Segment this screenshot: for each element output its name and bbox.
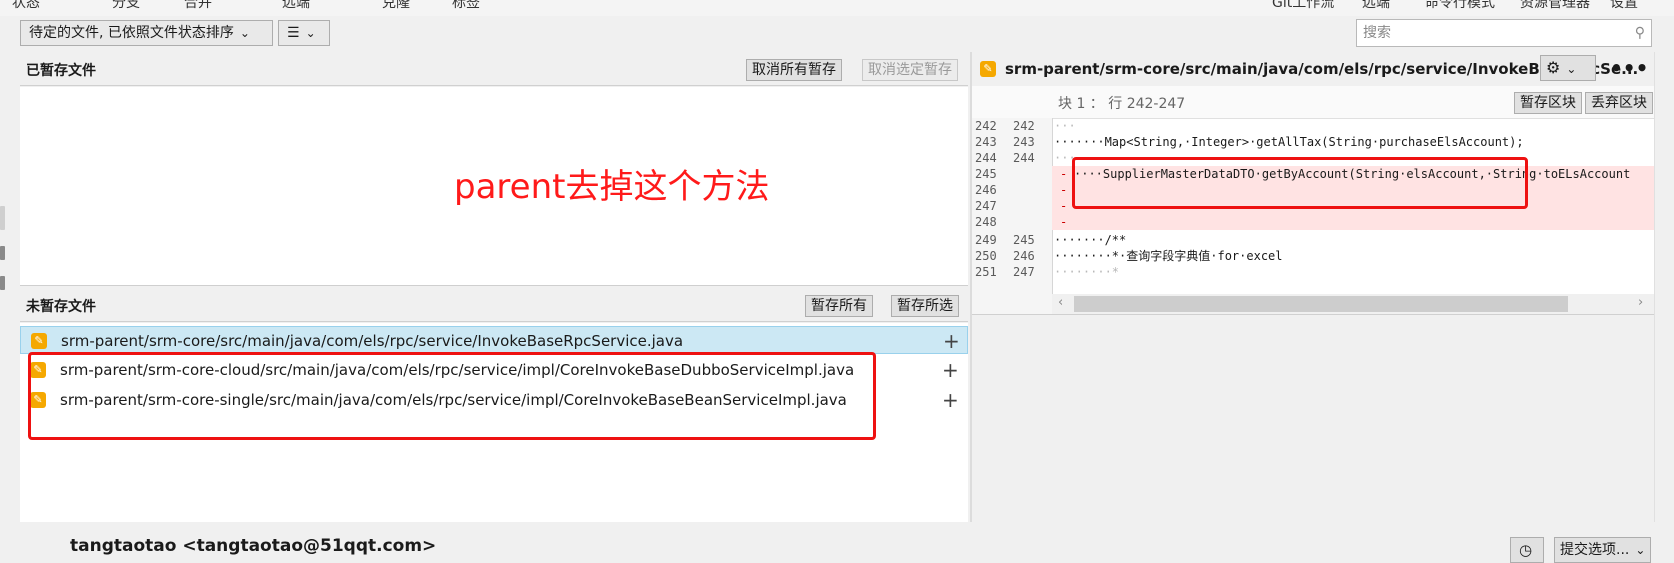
chevron-down-icon: ⌄ xyxy=(1566,62,1577,76)
code-line: ·······Map<String,·Integer>·getAllTax(St… xyxy=(1054,135,1524,149)
plus-icon[interactable]: + xyxy=(942,356,959,384)
code-line: ··· xyxy=(1054,119,1076,133)
settings-button[interactable]: ⚙ ⌄ xyxy=(1540,55,1596,81)
staged-files-list: parent去掉这个方法 xyxy=(20,87,968,286)
old-line-number: 245 xyxy=(975,167,997,181)
filter-dropdown-label: 待定的文件, 已依照文件状态排序 xyxy=(29,25,234,41)
highlight-box xyxy=(1072,157,1528,209)
commit-options-button[interactable]: 提交选项... ⌄ xyxy=(1554,537,1652,563)
menu-item[interactable]: 远端 xyxy=(282,0,310,12)
hunk-label: 块 1 ： 行 242-247 xyxy=(1058,96,1186,112)
unstage-all-button[interactable]: 取消所有暂存 xyxy=(746,59,842,81)
menu-item[interactable]: 设置 xyxy=(1610,0,1638,12)
stage-all-button[interactable]: 暂存所有 xyxy=(805,295,873,317)
scroll-right-icon[interactable]: › xyxy=(1638,295,1643,310)
menu-item[interactable]: 命令行模式 xyxy=(1425,0,1495,12)
clock-icon: ◷ xyxy=(1519,541,1533,559)
removed-marker: - xyxy=(1060,167,1068,181)
commit-options-label: 提交选项... xyxy=(1560,542,1630,558)
file-path: srm-parent/srm-core/src/main/java/com/el… xyxy=(61,332,684,350)
history-button[interactable]: ◷ xyxy=(1510,537,1544,563)
left-edge-markers xyxy=(0,196,6,296)
menu-item[interactable]: Git工作流 xyxy=(1272,0,1334,12)
commit-author: tangtaotao <tangtaotao@51qqt.com> xyxy=(70,536,437,556)
old-line-number: 247 xyxy=(975,199,997,213)
scroll-left-icon[interactable]: ‹ xyxy=(1058,295,1063,310)
code-line: ········*·查询字段字典值·for·excel xyxy=(1054,249,1283,263)
stage-hunk-button[interactable]: 暂存区块 xyxy=(1514,92,1582,114)
menu-item[interactable]: 标签 xyxy=(452,0,480,12)
old-line-number: 250 xyxy=(975,249,997,263)
removed-marker: - xyxy=(1060,199,1068,213)
new-line-number: 246 xyxy=(1013,249,1035,263)
plus-icon[interactable]: + xyxy=(943,327,960,355)
menu-item[interactable]: 远端 xyxy=(1362,0,1390,12)
old-line-number: 244 xyxy=(975,151,997,165)
menu-item[interactable]: 合并 xyxy=(184,0,212,12)
more-icon[interactable]: ••• xyxy=(1610,56,1648,80)
plus-icon[interactable]: + xyxy=(942,386,959,414)
stage-selected-button[interactable]: 暂存所选 xyxy=(891,295,959,317)
code-line: ·······/** xyxy=(1054,233,1127,247)
old-line-number: 242 xyxy=(975,119,997,133)
gear-icon: ⚙ xyxy=(1546,58,1561,77)
filter-dropdown[interactable]: 待定的文件, 已依照文件状态排序 ⌄ xyxy=(20,20,273,46)
menu-item[interactable]: 克隆 xyxy=(382,0,410,12)
search-icon: ⚲ xyxy=(1634,25,1645,41)
commit-area: tangtaotao <tangtaotao@51qqt.com> xyxy=(20,523,1654,556)
new-line-number: 242 xyxy=(1013,119,1035,133)
file-row[interactable]: ✎ srm-parent/srm-core/src/main/java/com/… xyxy=(20,326,968,354)
horizontal-scrollbar[interactable]: ‹ › xyxy=(1052,294,1654,314)
new-line-number: 243 xyxy=(1013,135,1035,149)
pencil-icon: ✎ xyxy=(31,333,47,349)
staged-title: 已暂存文件 xyxy=(26,63,96,79)
annotation-text: parent去掉这个方法 xyxy=(454,167,770,207)
unstage-selected-button[interactable]: 取消选定暂存 xyxy=(862,59,958,81)
new-line-number: 247 xyxy=(1013,265,1035,279)
discard-hunk-button[interactable]: 丢弃区块 xyxy=(1585,92,1653,114)
menu-item[interactable]: 资源管理器 xyxy=(1520,0,1590,12)
vertical-scrollbar[interactable] xyxy=(1654,52,1674,522)
chevron-down-icon: ⌄ xyxy=(239,26,250,40)
code-line: ········* xyxy=(1054,265,1120,279)
chevron-down-icon: ⌄ xyxy=(1635,543,1646,557)
old-line-number: 248 xyxy=(975,215,997,229)
removed-marker: - xyxy=(1060,215,1068,229)
scrollbar-thumb[interactable] xyxy=(1074,296,1568,312)
new-line-number: 244 xyxy=(1013,151,1035,165)
old-line-number: 243 xyxy=(975,135,997,149)
new-line-number: 245 xyxy=(1013,233,1035,247)
old-line-number: 251 xyxy=(975,265,997,279)
search-placeholder: 搜索 xyxy=(1363,25,1391,41)
menu-item[interactable]: 状态 xyxy=(12,0,40,12)
unstaged-title: 未暂存文件 xyxy=(26,299,96,315)
menu-item[interactable]: 分支 xyxy=(112,0,140,12)
removed-marker: - xyxy=(1060,183,1068,197)
top-menu-bar: 状态 分支 合并 远端 克隆 标签 Git工作流 远端 命令行模式 资源管理器 … xyxy=(0,0,1674,17)
pencil-icon: ✎ xyxy=(980,61,996,77)
list-icon: ☰ xyxy=(287,25,300,41)
view-options-dropdown[interactable]: ☰ ⌄ xyxy=(278,20,330,46)
highlight-box xyxy=(28,352,876,440)
old-line-number: 249 xyxy=(975,233,997,247)
old-line-number: 246 xyxy=(975,183,997,197)
chevron-down-icon: ⌄ xyxy=(305,26,316,40)
search-input[interactable]: 搜索 ⚲ xyxy=(1356,19,1652,47)
